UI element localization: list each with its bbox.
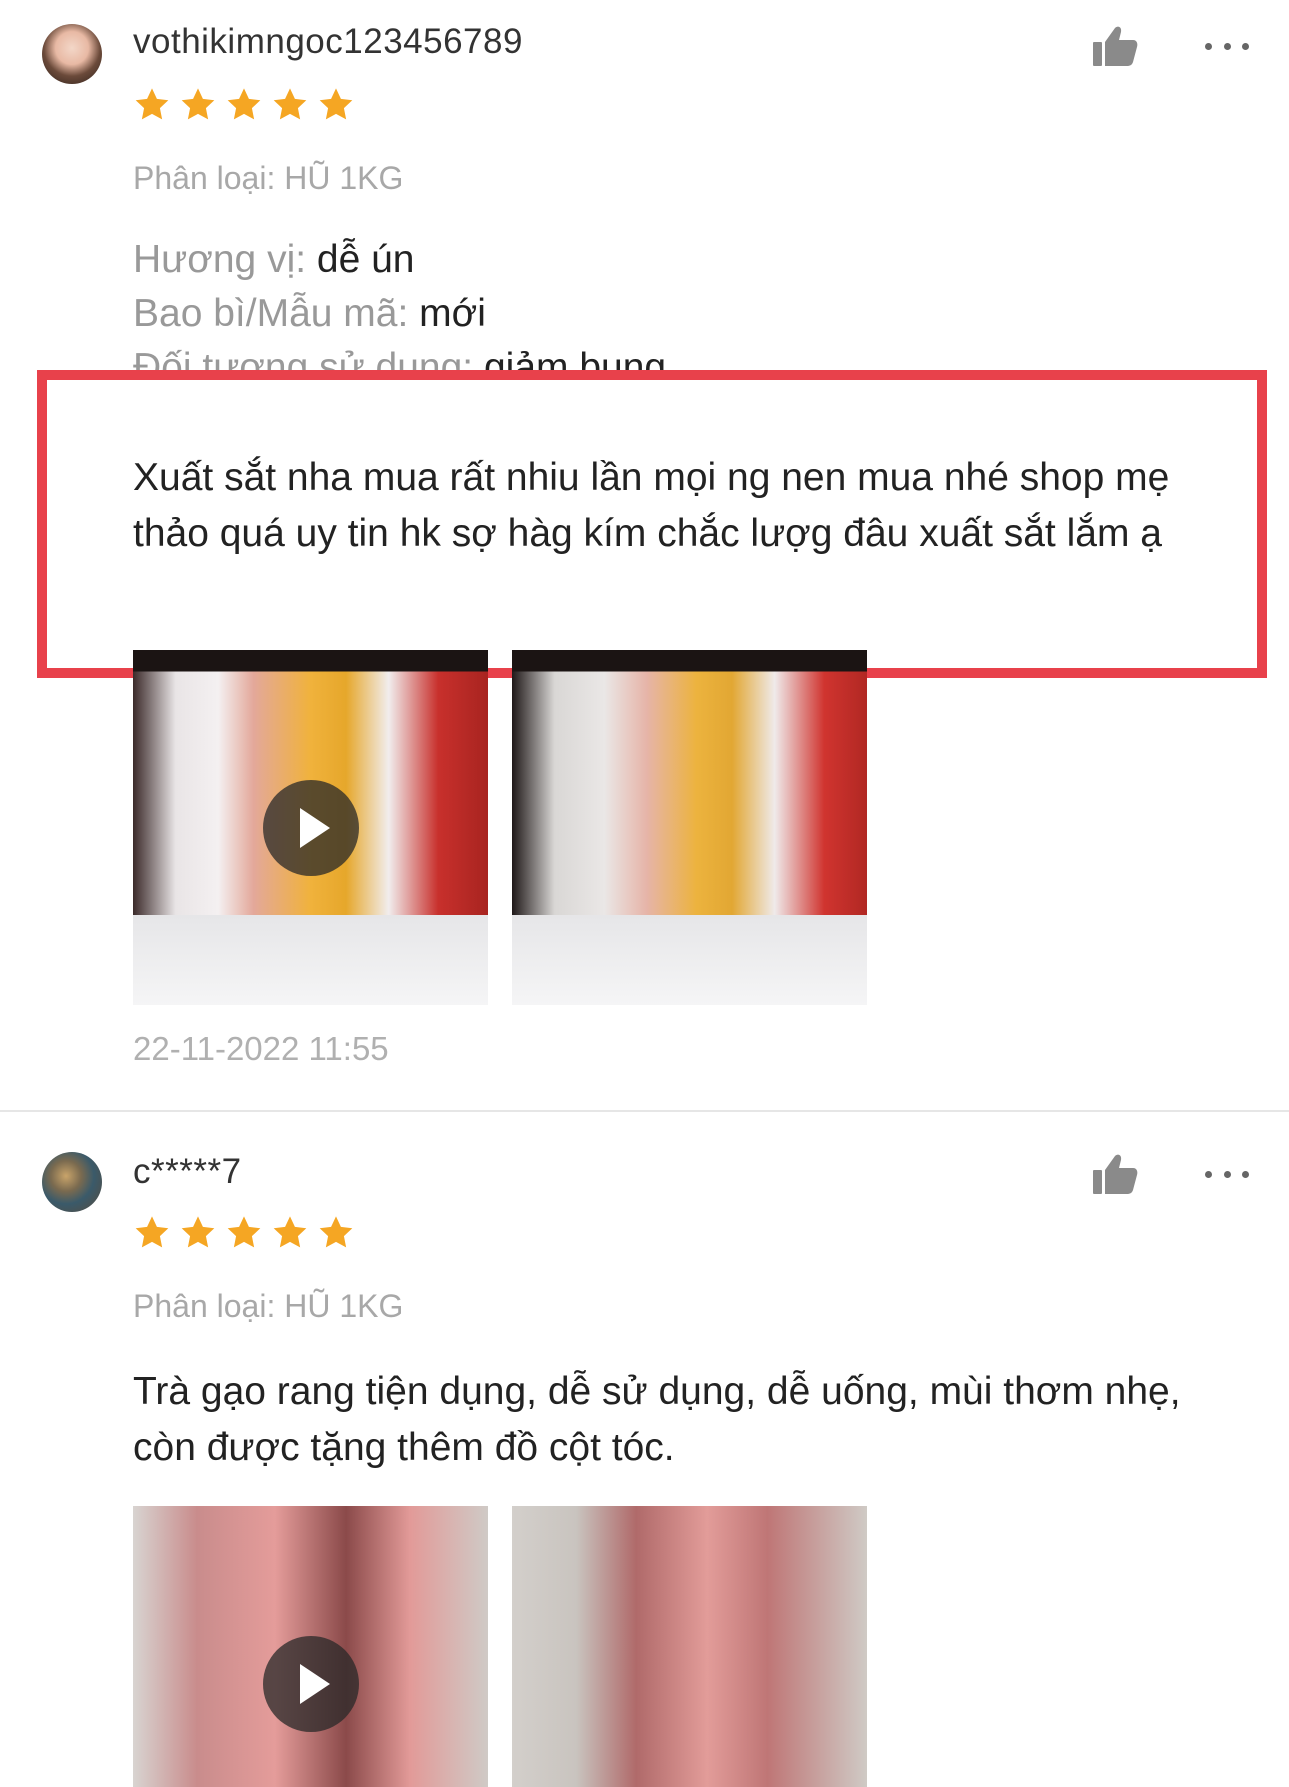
attribute-value: mới <box>419 292 486 335</box>
star-icon <box>135 1216 169 1248</box>
video-thumbnail[interactable] <box>133 650 488 1005</box>
username[interactable]: c*****7 <box>133 1152 242 1192</box>
star-icon <box>135 88 169 120</box>
reviews-page: vothikimngoc123456789 Phân loại: HŨ 1KG … <box>0 0 1289 1787</box>
variant-label: Phân loại: HŨ 1KG <box>133 160 404 196</box>
star-icon <box>227 1216 261 1248</box>
review-media <box>133 650 867 1005</box>
more-options-icon[interactable] <box>1205 1164 1249 1184</box>
thumbs-up-icon[interactable] <box>1091 1152 1139 1196</box>
star-icon <box>181 88 215 120</box>
review-comment: Trà gạo rang tiện dụng, dễ sử dụng, dễ u… <box>133 1370 1181 1469</box>
review-item: c*****7 Phân loại: HŨ 1KG Trà gạo rang t… <box>0 1112 1289 1787</box>
attribute-row: Bao bì/Mẫu mã: mới <box>133 287 486 341</box>
avatar[interactable] <box>42 1152 102 1212</box>
review-item: vothikimngoc123456789 Phân loại: HŨ 1KG … <box>0 0 1289 1110</box>
star-icon <box>319 1216 353 1248</box>
star-icon <box>227 88 261 120</box>
star-icon <box>273 88 307 120</box>
variant-label: Phân loại: HŨ 1KG <box>133 1288 404 1324</box>
username[interactable]: vothikimngoc123456789 <box>133 22 523 62</box>
review-timestamp: 22-11-2022 11:55 <box>133 1030 389 1067</box>
image-thumbnail[interactable] <box>512 1506 867 1787</box>
highlight-overlay <box>47 380 1257 438</box>
play-icon[interactable] <box>263 780 359 876</box>
more-options-icon[interactable] <box>1205 36 1249 56</box>
attribute-key: Bao bì/Mẫu mã: <box>133 292 409 335</box>
play-icon[interactable] <box>263 1636 359 1732</box>
attribute-value: dễ ún <box>316 238 415 281</box>
attribute-row: Hương vị: dễ ún <box>133 233 415 287</box>
image-thumbnail[interactable] <box>512 650 867 1005</box>
star-rating <box>133 86 355 124</box>
review-media <box>133 1506 867 1787</box>
star-icon <box>319 88 353 120</box>
star-rating <box>133 1214 355 1252</box>
avatar[interactable] <box>42 24 102 84</box>
star-icon <box>273 1216 307 1248</box>
review-comment: Xuất sắt nha mua rất nhiu lần mọi ng nen… <box>133 456 1170 555</box>
video-thumbnail[interactable] <box>133 1506 488 1787</box>
thumbs-up-icon[interactable] <box>1091 24 1139 68</box>
attribute-key: Hương vị: <box>133 238 307 281</box>
star-icon <box>181 1216 215 1248</box>
